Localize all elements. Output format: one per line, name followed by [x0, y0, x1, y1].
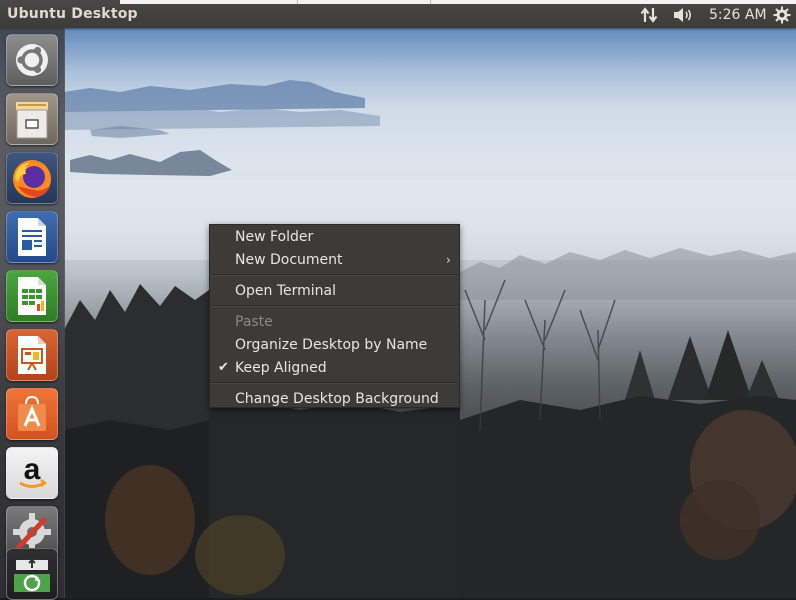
menu-item-label: Keep Aligned — [235, 360, 327, 376]
filing-cabinet-icon — [16, 102, 48, 139]
menu-item-keep-aligned[interactable]: ✔ Keep Aligned — [210, 357, 459, 379]
svg-text:a: a — [24, 453, 41, 486]
amazon-icon: a — [19, 453, 48, 488]
clock[interactable]: 5:26 AM — [709, 7, 767, 25]
menu-item-paste: Paste — [210, 311, 459, 333]
software-bag-icon — [18, 395, 46, 431]
desktop-context-menu: New Folder New Document › Open Terminal … — [209, 224, 460, 408]
launcher-item-files[interactable] — [6, 93, 58, 145]
writer-document-icon — [18, 218, 46, 256]
updater-icon — [14, 558, 50, 592]
window-strip — [120, 0, 796, 4]
menu-item-label: New Document — [235, 252, 343, 268]
ubuntu-logo-icon — [16, 44, 48, 76]
menu-item-label: New Folder — [235, 229, 314, 245]
firefox-icon — [13, 160, 51, 198]
launcher-item-amazon[interactable]: a — [6, 447, 58, 499]
menu-separator — [211, 305, 458, 307]
launcher-item-libreoffice-calc[interactable] — [6, 270, 58, 322]
menu-item-label: Open Terminal — [235, 283, 337, 299]
menu-item-organize-desktop[interactable]: Organize Desktop by Name — [210, 334, 459, 356]
menu-item-new-document[interactable]: New Document › — [210, 249, 459, 271]
top-panel: Ubuntu Desktop 5:26 AM — [0, 0, 796, 28]
menu-item-open-terminal[interactable]: Open Terminal — [210, 280, 459, 302]
menu-item-label: Paste — [235, 314, 273, 330]
calc-spreadsheet-icon — [18, 277, 46, 315]
launcher-item-firefox[interactable] — [6, 152, 58, 204]
impress-presentation-icon — [18, 336, 46, 374]
menu-item-change-background[interactable]: Change Desktop Background — [210, 388, 459, 410]
network-icon[interactable] — [640, 6, 660, 24]
launcher-item-libreoffice-writer[interactable] — [6, 211, 58, 263]
launcher-item-libreoffice-impress[interactable] — [6, 329, 58, 381]
chevron-right-icon: › — [446, 253, 451, 267]
panel-title: Ubuntu Desktop — [7, 6, 138, 22]
menu-separator — [211, 382, 458, 384]
launcher: a — [0, 28, 65, 600]
launcher-item-ubuntu-software[interactable] — [6, 388, 58, 440]
menu-item-label: Organize Desktop by Name — [235, 337, 428, 353]
menu-separator — [211, 274, 458, 276]
launcher-item-software-updater[interactable] — [6, 548, 58, 600]
menu-item-new-folder[interactable]: New Folder — [210, 226, 459, 248]
launcher-item-ubuntu-dash[interactable] — [6, 34, 58, 86]
gear-icon[interactable] — [773, 6, 791, 24]
sound-icon[interactable] — [672, 6, 694, 24]
checkmark-icon: ✔ — [218, 360, 229, 375]
menu-item-label: Change Desktop Background — [235, 391, 439, 407]
